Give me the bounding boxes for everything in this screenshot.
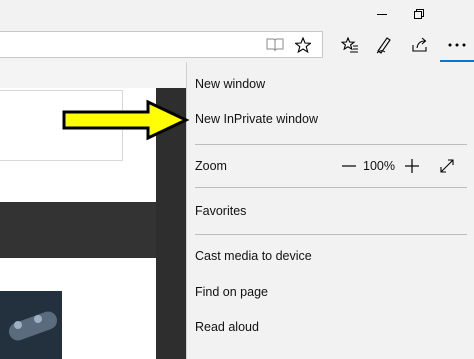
zoom-out-icon [342, 165, 356, 167]
arrow-shape [62, 99, 190, 141]
toolbar [0, 28, 474, 62]
more-button[interactable] [440, 28, 474, 62]
menu-item-new-window[interactable]: New window [187, 66, 474, 102]
menu-item-label: New window [195, 77, 266, 91]
web-notes-button[interactable] [367, 28, 401, 62]
share-icon [412, 37, 427, 52]
menu-item-favorites[interactable]: Favorites [187, 193, 474, 229]
add-favorite-button[interactable] [286, 28, 320, 62]
restore-icon [414, 9, 424, 19]
menu-item-label: Favorites [195, 204, 247, 218]
menu-divider [195, 187, 467, 188]
menu-divider [195, 144, 467, 145]
reading-view-icon [266, 38, 284, 52]
zoom-in-icon [405, 159, 419, 173]
zoom-out-button[interactable] [337, 148, 361, 184]
zoom-label: Zoom [195, 159, 227, 173]
menu-item-label: New InPrivate window [195, 112, 318, 126]
restore-button[interactable] [396, 0, 442, 28]
product-image [0, 291, 62, 359]
menu-item-cast-media[interactable]: Cast media to device [187, 238, 474, 274]
menu-item-new-inprivate-window[interactable]: New InPrivate window [187, 101, 474, 137]
menu-item-find-on-page[interactable]: Find on page [187, 274, 474, 310]
pen-icon [376, 37, 391, 54]
menu-item-read-aloud[interactable]: Read aloud [187, 309, 474, 345]
favorites-hub-button[interactable] [333, 28, 367, 62]
title-bar [0, 0, 474, 28]
star-icon [295, 37, 311, 53]
share-button[interactable] [403, 28, 437, 62]
menu-divider [195, 234, 467, 235]
menu-item-label: Read aloud [195, 320, 259, 334]
more-dots-icon [448, 43, 466, 47]
fullscreen-button[interactable] [435, 148, 459, 184]
menu-item-label: Find on page [195, 285, 268, 299]
favorites-hub-icon [341, 37, 358, 53]
menu-item-label: Cast media to device [195, 249, 312, 263]
zoom-level: 100% [363, 159, 395, 173]
fullscreen-icon [440, 159, 454, 173]
page-header-strip [0, 62, 186, 88]
minimize-icon [377, 14, 387, 15]
zoom-in-button[interactable] [400, 148, 424, 184]
pointer-arrow-annotation [62, 99, 190, 141]
settings-menu: New window New InPrivate window Zoom 100… [186, 62, 474, 359]
menu-item-zoom: Zoom 100% [187, 148, 474, 184]
